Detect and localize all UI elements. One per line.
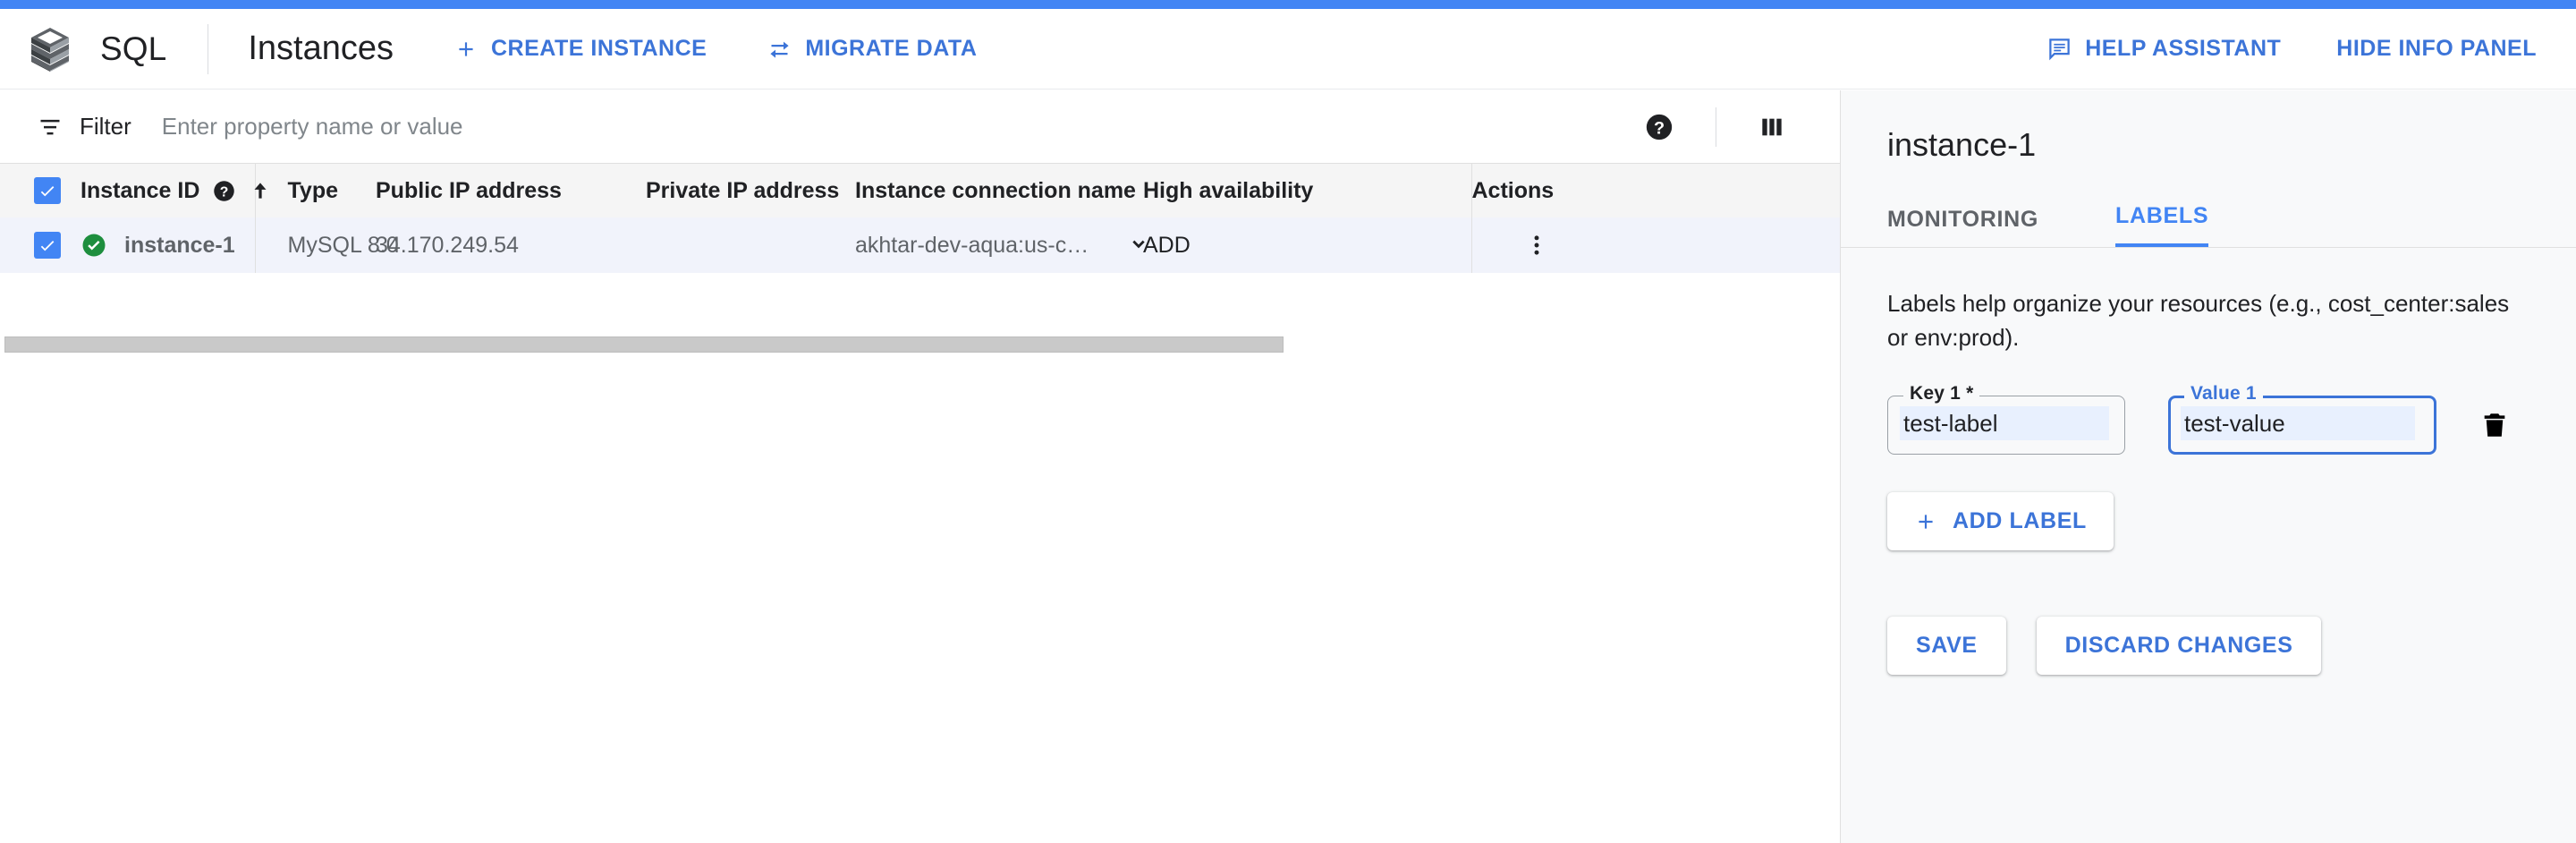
filter-input[interactable] [161,108,1504,145]
table-header: Instance ID ? Type Public IP address Pri… [0,164,1840,217]
add-high-availability-link[interactable]: ADD [1143,233,1191,259]
create-instance-label: CREATE INSTANCE [491,36,708,61]
more-vert-icon[interactable] [1524,233,1549,258]
column-label-type: Type [287,177,339,203]
save-button[interactable]: SAVE [1887,617,2006,676]
table-horizontal-scrollbar[interactable] [0,333,1840,356]
arrow-up-icon[interactable] [249,179,272,202]
column-header-public-ip[interactable]: Public IP address [376,164,572,217]
add-label-button[interactable]: ADD LABEL [1887,492,2114,551]
connection-name-value: akhtar-dev-aqua:us-c… [855,232,1089,258]
public-ip-value: 34.170.249.54 [376,232,519,258]
comment-icon [2047,37,2072,61]
plus-icon [1914,510,1937,533]
migrate-data-button[interactable]: MIGRATE DATA [762,29,982,69]
label-value-field[interactable]: Value 1 [2168,383,2436,456]
cell-private-ip [572,217,778,273]
label-action-buttons: SAVE DISCARD CHANGES [1841,617,2576,676]
tab-monitoring[interactable]: MONITORING [1887,207,2038,247]
table-body: instance-1 MySQL 8.0 34.170.249.54 akhta… [0,217,1840,273]
labels-description: Labels help organize your resources (e.g… [1887,290,2510,351]
info-panel-tabs: MONITORING LABELS [1841,189,2576,248]
header-right-actions: HELP ASSISTANT HIDE INFO PANEL [2042,29,2542,69]
label-entry-row: Key 1 * Value 1 [1841,383,2576,456]
hide-info-panel-button[interactable]: HIDE INFO PANEL [2331,29,2542,69]
column-header-instance-id[interactable]: Instance ID ? [80,164,267,217]
cell-instance-id[interactable]: instance-1 [80,217,255,273]
cell-type: MySQL 8.0 [254,217,399,273]
migrate-data-label: MIGRATE DATA [805,36,978,61]
filter-bar: Filter ? [0,90,1840,164]
column-label-high-availability: High availability [1143,177,1314,203]
swap-arrows-icon [767,37,792,61]
cloud-sql-instances-page: SQL Instances CREATE INSTANCE MIGRATE DA… [0,0,2576,843]
instances-table: Instance ID ? Type Public IP address Pri… [0,164,1840,273]
filter-label: Filter [80,113,131,140]
column-header-actions: Actions [1470,164,1840,217]
instance-id-value: instance-1 [124,232,235,258]
page-header: SQL Instances CREATE INSTANCE MIGRATE DA… [0,9,2576,89]
column-header-private-ip[interactable]: Private IP address [572,164,839,217]
help-assistant-label: HELP ASSISTANT [2085,36,2282,61]
column-label-private-ip: Private IP address [646,177,840,203]
table-row[interactable]: instance-1 MySQL 8.0 34.170.249.54 akhta… [0,217,1840,273]
column-label-public-ip: Public IP address [376,177,562,203]
column-label-instance-id: Instance ID [80,177,200,203]
label-value-caption: Value 1 [2184,383,2263,405]
tab-labels[interactable]: LABELS [2115,203,2209,247]
create-instance-button[interactable]: CREATE INSTANCE [449,29,712,69]
trash-icon [2484,413,2505,438]
row-checkbox[interactable] [34,232,61,259]
svg-text:?: ? [1654,118,1665,138]
column-label-connection-name: Instance connection name [855,177,1136,203]
select-all-checkbox[interactable] [34,177,61,204]
help-assistant-button[interactable]: HELP ASSISTANT [2042,29,2286,69]
table-header-row: Instance ID ? Type Public IP address Pri… [0,164,1840,217]
column-label-actions: Actions [1471,177,1555,203]
label-key-field[interactable]: Key 1 * [1887,383,2125,456]
select-all-header [0,164,80,217]
filter-bar-actions: ? [1644,106,1786,147]
add-label-text: ADD LABEL [1953,508,2087,534]
plus-icon [454,38,478,61]
help-circle-icon[interactable]: ? [1644,112,1674,142]
label-key-input[interactable] [1900,406,2109,441]
check-circle-icon [80,232,107,259]
cell-connection-name: akhtar-dev-aqua:us-c… [778,217,1145,273]
top-accent-bar [0,0,2576,9]
product-name[interactable]: SQL [100,30,166,68]
row-select-cell [0,217,80,273]
help-circle-icon[interactable]: ? [212,179,236,203]
sql-stack-icon [25,24,75,74]
info-panel-title: instance-1 [1887,126,2037,163]
discard-changes-button[interactable]: DISCARD CHANGES [2036,617,2322,676]
page-title: Instances [248,30,394,67]
filter-icon[interactable] [38,115,63,140]
info-panel: instance-1 MONITORING LABELS Labels help… [1840,90,2576,843]
cell-actions [1470,217,1840,273]
delete-label-button[interactable] [2479,410,2510,440]
label-value-input[interactable] [2181,406,2415,441]
instances-content: Filter ? [0,90,1840,843]
hide-info-panel-label: HIDE INFO PANEL [2336,36,2537,61]
cell-high-availability: ADD [1038,217,1471,273]
label-key-caption: Key 1 * [1903,383,1980,405]
cell-public-ip: 34.170.249.54 [376,217,572,273]
column-header-type[interactable]: Type [254,164,376,217]
column-display-icon[interactable] [1758,113,1786,141]
svg-text:?: ? [220,184,229,200]
scrollbar-thumb[interactable] [4,336,1284,353]
